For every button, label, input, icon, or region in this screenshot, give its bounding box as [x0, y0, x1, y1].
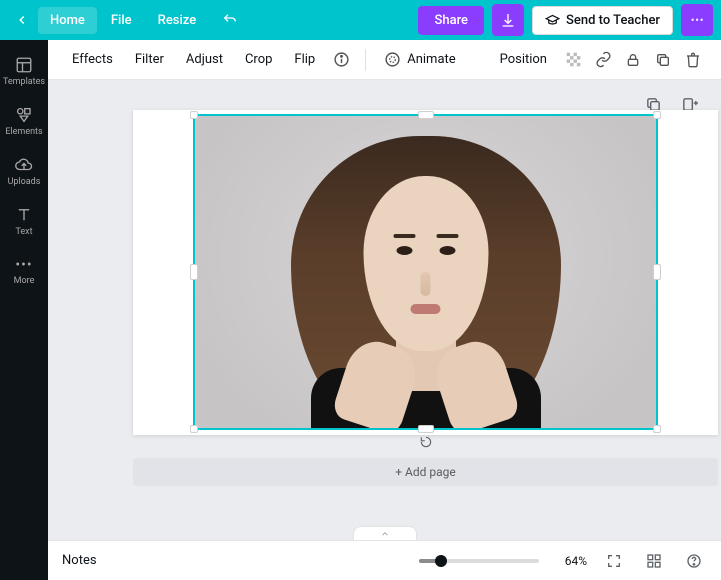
undo-button[interactable] [216, 6, 244, 34]
notes-button[interactable]: Notes [62, 553, 97, 568]
resize-handle-tm[interactable] [418, 111, 434, 119]
toolbar-delete-button[interactable] [679, 46, 707, 74]
canvas-viewport[interactable]: + Add page [48, 80, 721, 540]
grid-icon [646, 553, 662, 569]
sidebar-item-label: More [14, 276, 35, 286]
toolbar-lock-button[interactable] [619, 46, 647, 74]
templates-icon [15, 56, 33, 74]
sidebar-item-label: Elements [5, 127, 42, 137]
back-button[interactable] [8, 6, 36, 34]
info-icon [333, 51, 350, 68]
more-menu-button[interactable]: ⋯ [681, 4, 713, 36]
toolbar-effects[interactable]: Effects [62, 46, 123, 73]
sidebar-item-templates[interactable]: Templates [0, 46, 48, 96]
fullscreen-button[interactable] [601, 548, 627, 574]
toolbar-transparency-button[interactable] [559, 46, 587, 74]
design-page[interactable] [133, 110, 718, 435]
toolbar-duplicate-button[interactable] [649, 46, 677, 74]
undo-icon [222, 12, 238, 28]
bottom-drawer-toggle[interactable] [353, 526, 417, 540]
toolbar-divider [365, 49, 366, 71]
elements-icon [15, 106, 33, 124]
context-toolbar: Effects Filter Adjust Crop Flip Animate … [48, 40, 721, 80]
bottom-bar: Notes 64% [48, 540, 721, 580]
toolbar-crop[interactable]: Crop [235, 46, 282, 73]
add-page-label: + Add page [395, 465, 456, 479]
image-content [195, 116, 656, 428]
toolbar-flip[interactable]: Flip [284, 46, 325, 73]
nav-file[interactable]: File [99, 7, 144, 34]
share-button[interactable]: Share [418, 6, 484, 35]
lock-icon [625, 52, 641, 68]
help-button[interactable] [681, 548, 707, 574]
help-icon [686, 553, 702, 569]
sidebar-item-uploads[interactable]: Uploads [0, 146, 48, 196]
toolbar-position[interactable]: Position [490, 46, 557, 73]
resize-handle-ml[interactable] [190, 264, 198, 280]
toolbar-animate[interactable]: Animate [376, 47, 463, 72]
uploads-icon [15, 156, 33, 174]
nav-resize[interactable]: Resize [146, 7, 209, 34]
sidebar-item-label: Templates [3, 77, 45, 87]
download-icon [500, 12, 516, 28]
resize-handle-mr[interactable] [653, 264, 661, 280]
chevron-left-icon [15, 13, 29, 27]
rotate-handle[interactable] [416, 432, 436, 452]
trash-icon [685, 52, 701, 68]
rotate-icon [419, 435, 433, 449]
more-icon: ••• [15, 257, 32, 273]
mortarboard-icon [545, 13, 560, 28]
grid-view-button[interactable] [641, 548, 667, 574]
add-page-button[interactable]: + Add page [133, 458, 718, 486]
chevron-up-icon [379, 529, 391, 539]
resize-handle-bl[interactable] [190, 425, 198, 433]
toolbar-adjust[interactable]: Adjust [176, 46, 233, 73]
send-to-teacher-label: Send to Teacher [566, 13, 660, 28]
text-icon [15, 206, 33, 224]
main-area: Effects Filter Adjust Crop Flip Animate … [48, 40, 721, 580]
toolbar-info-button[interactable] [327, 46, 355, 74]
selected-image[interactable] [193, 114, 658, 430]
sidebar-item-label: Text [15, 227, 32, 237]
sidebar-item-elements[interactable]: Elements [0, 96, 48, 146]
resize-handle-tl[interactable] [190, 111, 198, 119]
zoom-slider[interactable] [419, 559, 539, 563]
header-right: Share Send to Teacher ⋯ [418, 4, 713, 36]
sidebar-item-text[interactable]: Text [0, 196, 48, 246]
nav-home[interactable]: Home [38, 7, 97, 34]
top-header: Home File Resize Share Send to Teacher ⋯ [0, 0, 721, 40]
ellipsis-icon: ⋯ [690, 13, 703, 28]
download-button[interactable] [492, 4, 524, 36]
header-left: Home File Resize [8, 6, 244, 34]
link-icon [595, 51, 612, 68]
resize-handle-br[interactable] [653, 425, 661, 433]
zoom-percent-label: 64% [553, 554, 587, 568]
zoom-slider-thumb[interactable] [435, 555, 447, 567]
transparency-icon [565, 51, 582, 68]
duplicate-icon [655, 52, 671, 68]
toolbar-filter[interactable]: Filter [125, 46, 174, 73]
resize-handle-tr[interactable] [653, 111, 661, 119]
left-sidebar: Templates Elements Uploads Text ••• More [0, 40, 48, 580]
sidebar-item-more[interactable]: ••• More [0, 246, 48, 296]
animate-icon [384, 51, 401, 68]
sidebar-item-label: Uploads [8, 177, 41, 187]
fullscreen-icon [606, 553, 622, 569]
toolbar-animate-label: Animate [407, 52, 455, 67]
send-to-teacher-button[interactable]: Send to Teacher [532, 6, 673, 35]
toolbar-link-button[interactable] [589, 46, 617, 74]
